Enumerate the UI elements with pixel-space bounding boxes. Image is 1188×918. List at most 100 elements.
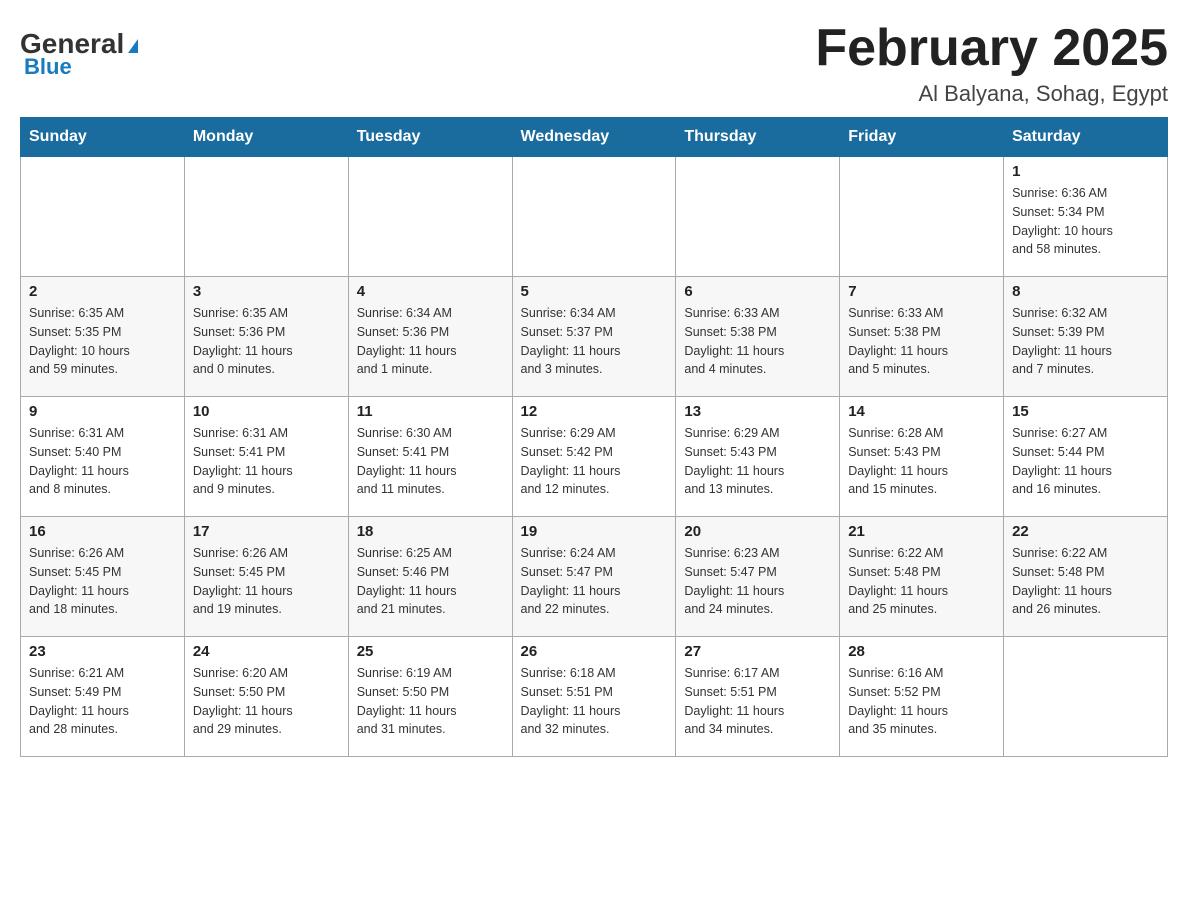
week-row-4: 16 Sunrise: 6:26 AMSunset: 5:45 PMDayligh… [21,517,1168,637]
day-number: 1 [1012,163,1159,180]
day-number: 25 [357,643,504,660]
calendar-cell: 20 Sunrise: 6:23 AMSunset: 5:47 PMDayligh… [676,517,840,637]
calendar-cell: 28 Sunrise: 6:16 AMSunset: 5:52 PMDayligh… [840,637,1004,757]
calendar-cell: 5 Sunrise: 6:34 AMSunset: 5:37 PMDaylight… [512,277,676,397]
location-title: Al Balyana, Sohag, Egypt [815,81,1168,107]
calendar-cell: 8 Sunrise: 6:32 AMSunset: 5:39 PMDaylight… [1004,277,1168,397]
calendar-cell: 10 Sunrise: 6:31 AMSunset: 5:41 PMDayligh… [184,397,348,517]
day-info: Sunrise: 6:33 AMSunset: 5:38 PMDaylight:… [684,304,831,379]
week-row-5: 23 Sunrise: 6:21 AMSunset: 5:49 PMDayligh… [21,637,1168,757]
day-info: Sunrise: 6:27 AMSunset: 5:44 PMDaylight:… [1012,424,1159,499]
logo: General Blue [20,20,138,80]
calendar-table: Sunday Monday Tuesday Wednesday Thursday… [20,117,1168,757]
calendar-cell: 22 Sunrise: 6:22 AMSunset: 5:48 PMDayligh… [1004,517,1168,637]
day-number: 23 [29,643,176,660]
day-info: Sunrise: 6:32 AMSunset: 5:39 PMDaylight:… [1012,304,1159,379]
day-info: Sunrise: 6:31 AMSunset: 5:41 PMDaylight:… [193,424,340,499]
calendar-cell: 17 Sunrise: 6:26 AMSunset: 5:45 PMDayligh… [184,517,348,637]
day-info: Sunrise: 6:36 AMSunset: 5:34 PMDaylight:… [1012,184,1159,259]
day-info: Sunrise: 6:29 AMSunset: 5:43 PMDaylight:… [684,424,831,499]
calendar-cell: 15 Sunrise: 6:27 AMSunset: 5:44 PMDayligh… [1004,397,1168,517]
day-number: 8 [1012,283,1159,300]
col-friday: Friday [840,118,1004,157]
col-tuesday: Tuesday [348,118,512,157]
day-number: 19 [521,523,668,540]
logo-blue-text: Blue [24,54,72,80]
day-info: Sunrise: 6:26 AMSunset: 5:45 PMDaylight:… [193,544,340,619]
calendar-cell [184,157,348,277]
day-info: Sunrise: 6:33 AMSunset: 5:38 PMDaylight:… [848,304,995,379]
calendar-cell: 18Sunrise: 6:25 AMSunset: 5:46 PMDayligh… [348,517,512,637]
day-info: Sunrise: 6:17 AMSunset: 5:51 PMDaylight:… [684,664,831,739]
day-info: Sunrise: 6:35 AMSunset: 5:36 PMDaylight:… [193,304,340,379]
day-info: Sunrise: 6:20 AMSunset: 5:50 PMDaylight:… [193,664,340,739]
calendar-cell: 12 Sunrise: 6:29 AMSunset: 5:42 PMDayligh… [512,397,676,517]
calendar-cell: 9 Sunrise: 6:31 AMSunset: 5:40 PMDaylight… [21,397,185,517]
day-info: Sunrise: 6:22 AMSunset: 5:48 PMDaylight:… [1012,544,1159,619]
calendar-cell: 23 Sunrise: 6:21 AMSunset: 5:49 PMDayligh… [21,637,185,757]
day-number: 9 [29,403,176,420]
day-number: 4 [357,283,504,300]
calendar-cell: 1 Sunrise: 6:36 AMSunset: 5:34 PMDaylight… [1004,157,1168,277]
week-row-2: 2Sunrise: 6:35 AMSunset: 5:35 PMDaylight… [21,277,1168,397]
calendar-cell: 25 Sunrise: 6:19 AMSunset: 5:50 PMDayligh… [348,637,512,757]
day-number: 16 [29,523,176,540]
day-number: 26 [521,643,668,660]
day-info: Sunrise: 6:18 AMSunset: 5:51 PMDaylight:… [521,664,668,739]
day-number: 12 [521,403,668,420]
day-info: Sunrise: 6:25 AMSunset: 5:46 PMDaylight:… [357,544,504,619]
day-info: Sunrise: 6:16 AMSunset: 5:52 PMDaylight:… [848,664,995,739]
calendar-cell: 2Sunrise: 6:35 AMSunset: 5:35 PMDaylight… [21,277,185,397]
day-info: Sunrise: 6:29 AMSunset: 5:42 PMDaylight:… [521,424,668,499]
day-number: 14 [848,403,995,420]
day-info: Sunrise: 6:26 AMSunset: 5:45 PMDaylight:… [29,544,176,619]
calendar-cell: 11Sunrise: 6:30 AMSunset: 5:41 PMDayligh… [348,397,512,517]
day-number: 20 [684,523,831,540]
calendar-cell: 7Sunrise: 6:33 AMSunset: 5:38 PMDaylight… [840,277,1004,397]
col-thursday: Thursday [676,118,840,157]
calendar-cell [676,157,840,277]
col-saturday: Saturday [1004,118,1168,157]
day-number: 10 [193,403,340,420]
calendar-cell: 6Sunrise: 6:33 AMSunset: 5:38 PMDaylight… [676,277,840,397]
calendar-cell [21,157,185,277]
calendar-cell: 24Sunrise: 6:20 AMSunset: 5:50 PMDayligh… [184,637,348,757]
calendar-cell: 3 Sunrise: 6:35 AMSunset: 5:36 PMDaylight… [184,277,348,397]
day-number: 15 [1012,403,1159,420]
day-number: 28 [848,643,995,660]
day-info: Sunrise: 6:28 AMSunset: 5:43 PMDaylight:… [848,424,995,499]
logo-triangle-icon [128,39,138,53]
page-header: General Blue February 2025 Al Balyana, S… [20,20,1168,107]
day-number: 17 [193,523,340,540]
calendar-cell [348,157,512,277]
calendar-cell: 16 Sunrise: 6:26 AMSunset: 5:45 PMDayligh… [21,517,185,637]
calendar-cell: 13Sunrise: 6:29 AMSunset: 5:43 PMDayligh… [676,397,840,517]
day-info: Sunrise: 6:19 AMSunset: 5:50 PMDaylight:… [357,664,504,739]
day-info: Sunrise: 6:22 AMSunset: 5:48 PMDaylight:… [848,544,995,619]
col-monday: Monday [184,118,348,157]
day-info: Sunrise: 6:31 AMSunset: 5:40 PMDaylight:… [29,424,176,499]
week-row-3: 9 Sunrise: 6:31 AMSunset: 5:40 PMDaylight… [21,397,1168,517]
day-info: Sunrise: 6:23 AMSunset: 5:47 PMDaylight:… [684,544,831,619]
calendar-cell: 21Sunrise: 6:22 AMSunset: 5:48 PMDayligh… [840,517,1004,637]
calendar-cell: 4 Sunrise: 6:34 AMSunset: 5:36 PMDaylight… [348,277,512,397]
day-number: 5 [521,283,668,300]
day-number: 3 [193,283,340,300]
week-row-1: 1 Sunrise: 6:36 AMSunset: 5:34 PMDaylight… [21,157,1168,277]
col-wednesday: Wednesday [512,118,676,157]
calendar-header-row: Sunday Monday Tuesday Wednesday Thursday… [21,118,1168,157]
calendar-cell [512,157,676,277]
calendar-cell: 14 Sunrise: 6:28 AMSunset: 5:43 PMDayligh… [840,397,1004,517]
day-info: Sunrise: 6:30 AMSunset: 5:41 PMDaylight:… [357,424,504,499]
day-info: Sunrise: 6:24 AMSunset: 5:47 PMDaylight:… [521,544,668,619]
calendar-cell [1004,637,1168,757]
day-info: Sunrise: 6:34 AMSunset: 5:36 PMDaylight:… [357,304,504,379]
day-number: 22 [1012,523,1159,540]
day-number: 27 [684,643,831,660]
day-info: Sunrise: 6:21 AMSunset: 5:49 PMDaylight:… [29,664,176,739]
day-info: Sunrise: 6:34 AMSunset: 5:37 PMDaylight:… [521,304,668,379]
calendar-cell [840,157,1004,277]
calendar-cell: 19 Sunrise: 6:24 AMSunset: 5:47 PMDayligh… [512,517,676,637]
month-title: February 2025 [815,20,1168,77]
title-block: February 2025 Al Balyana, Sohag, Egypt [815,20,1168,107]
